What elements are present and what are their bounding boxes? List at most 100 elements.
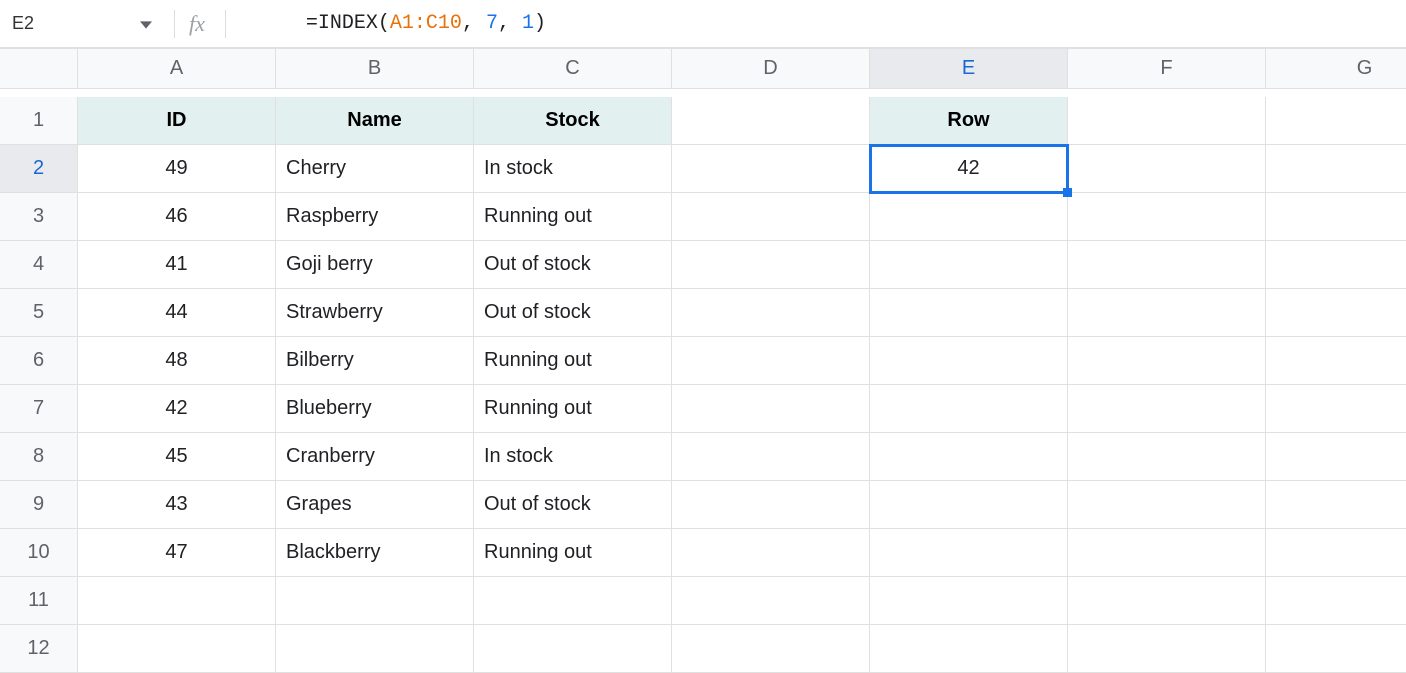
row-header-10[interactable]: 10 bbox=[0, 529, 78, 577]
cell-G4[interactable] bbox=[1266, 241, 1406, 289]
cell-G1[interactable] bbox=[1266, 97, 1406, 145]
row-header-11[interactable]: 11 bbox=[0, 577, 78, 625]
cell-C7[interactable]: Running out bbox=[474, 385, 672, 433]
cell-G2[interactable] bbox=[1266, 145, 1406, 193]
cell-B8[interactable]: Cranberry bbox=[276, 433, 474, 481]
cell-F10[interactable] bbox=[1068, 529, 1266, 577]
cell-G9[interactable] bbox=[1266, 481, 1406, 529]
cell-B5[interactable]: Strawberry bbox=[276, 289, 474, 337]
spreadsheet-grid[interactable]: A B C D E F G 1 ID Name Stock Row 2 49 C… bbox=[0, 48, 1406, 673]
row-header-5[interactable]: 5 bbox=[0, 289, 78, 337]
cell-D9[interactable] bbox=[672, 481, 870, 529]
col-header-B[interactable]: B bbox=[276, 49, 474, 89]
cell-F1[interactable] bbox=[1068, 97, 1266, 145]
cell-F11[interactable] bbox=[1068, 577, 1266, 625]
row-header-9[interactable]: 9 bbox=[0, 481, 78, 529]
cell-C5[interactable]: Out of stock bbox=[474, 289, 672, 337]
cell-G10[interactable] bbox=[1266, 529, 1406, 577]
cell-G3[interactable] bbox=[1266, 193, 1406, 241]
cell-E10[interactable] bbox=[870, 529, 1068, 577]
cell-B2[interactable]: Cherry bbox=[276, 145, 474, 193]
cell-C6[interactable]: Running out bbox=[474, 337, 672, 385]
cell-D12[interactable] bbox=[672, 625, 870, 673]
cell-A11[interactable] bbox=[78, 577, 276, 625]
name-box-dropdown-icon[interactable] bbox=[104, 12, 164, 35]
cell-A3[interactable]: 46 bbox=[78, 193, 276, 241]
cell-B4[interactable]: Goji berry bbox=[276, 241, 474, 289]
cell-B9[interactable]: Grapes bbox=[276, 481, 474, 529]
col-header-C[interactable]: C bbox=[474, 49, 672, 89]
cell-E2[interactable]: 42 bbox=[870, 145, 1068, 193]
cell-E11[interactable] bbox=[870, 577, 1068, 625]
cell-F8[interactable] bbox=[1068, 433, 1266, 481]
cell-B6[interactable]: Bilberry bbox=[276, 337, 474, 385]
cell-F12[interactable] bbox=[1068, 625, 1266, 673]
cell-E9[interactable] bbox=[870, 481, 1068, 529]
cell-F7[interactable] bbox=[1068, 385, 1266, 433]
row-header-12[interactable]: 12 bbox=[0, 625, 78, 673]
cell-B3[interactable]: Raspberry bbox=[276, 193, 474, 241]
cell-A9[interactable]: 43 bbox=[78, 481, 276, 529]
cell-B12[interactable] bbox=[276, 625, 474, 673]
col-header-D[interactable]: D bbox=[672, 49, 870, 89]
cell-G8[interactable] bbox=[1266, 433, 1406, 481]
cell-B10[interactable]: Blackberry bbox=[276, 529, 474, 577]
name-box[interactable]: E2 bbox=[4, 9, 104, 38]
cell-A1[interactable]: ID bbox=[78, 97, 276, 145]
cell-B7[interactable]: Blueberry bbox=[276, 385, 474, 433]
cell-B1[interactable]: Name bbox=[276, 97, 474, 145]
cell-E6[interactable] bbox=[870, 337, 1068, 385]
cell-D2[interactable] bbox=[672, 145, 870, 193]
cell-D5[interactable] bbox=[672, 289, 870, 337]
cell-C11[interactable] bbox=[474, 577, 672, 625]
cell-D1[interactable] bbox=[672, 97, 870, 145]
select-all-corner[interactable] bbox=[0, 49, 78, 89]
cell-F5[interactable] bbox=[1068, 289, 1266, 337]
cell-A12[interactable] bbox=[78, 625, 276, 673]
cell-A10[interactable]: 47 bbox=[78, 529, 276, 577]
cell-C4[interactable]: Out of stock bbox=[474, 241, 672, 289]
cell-E5[interactable] bbox=[870, 289, 1068, 337]
cell-E3[interactable] bbox=[870, 193, 1068, 241]
cell-C1[interactable]: Stock bbox=[474, 97, 672, 145]
row-header-8[interactable]: 8 bbox=[0, 433, 78, 481]
cell-D4[interactable] bbox=[672, 241, 870, 289]
cell-E7[interactable] bbox=[870, 385, 1068, 433]
cell-G6[interactable] bbox=[1266, 337, 1406, 385]
cell-E4[interactable] bbox=[870, 241, 1068, 289]
cell-A4[interactable]: 41 bbox=[78, 241, 276, 289]
cell-F9[interactable] bbox=[1068, 481, 1266, 529]
cell-A2[interactable]: 49 bbox=[78, 145, 276, 193]
cell-A8[interactable]: 45 bbox=[78, 433, 276, 481]
row-header-7[interactable]: 7 bbox=[0, 385, 78, 433]
col-header-E[interactable]: E bbox=[870, 49, 1068, 89]
cell-F3[interactable] bbox=[1068, 193, 1266, 241]
cell-D7[interactable] bbox=[672, 385, 870, 433]
cell-B11[interactable] bbox=[276, 577, 474, 625]
cell-F6[interactable] bbox=[1068, 337, 1266, 385]
cell-C10[interactable]: Running out bbox=[474, 529, 672, 577]
cell-F2[interactable] bbox=[1068, 145, 1266, 193]
row-header-6[interactable]: 6 bbox=[0, 337, 78, 385]
row-header-1[interactable]: 1 bbox=[0, 97, 78, 145]
cell-A6[interactable]: 48 bbox=[78, 337, 276, 385]
cell-E1[interactable]: Row bbox=[870, 97, 1068, 145]
row-header-4[interactable]: 4 bbox=[0, 241, 78, 289]
cell-C12[interactable] bbox=[474, 625, 672, 673]
col-header-G[interactable]: G bbox=[1266, 49, 1406, 89]
row-header-2[interactable]: 2 bbox=[0, 145, 78, 193]
cell-D6[interactable] bbox=[672, 337, 870, 385]
cell-G11[interactable] bbox=[1266, 577, 1406, 625]
cell-C2[interactable]: In stock bbox=[474, 145, 672, 193]
cell-F4[interactable] bbox=[1068, 241, 1266, 289]
cell-C8[interactable]: In stock bbox=[474, 433, 672, 481]
cell-G5[interactable] bbox=[1266, 289, 1406, 337]
col-header-F[interactable]: F bbox=[1068, 49, 1266, 89]
cell-A7[interactable]: 42 bbox=[78, 385, 276, 433]
cell-G7[interactable] bbox=[1266, 385, 1406, 433]
cell-G12[interactable] bbox=[1266, 625, 1406, 673]
cell-C9[interactable]: Out of stock bbox=[474, 481, 672, 529]
cell-E8[interactable] bbox=[870, 433, 1068, 481]
cell-D8[interactable] bbox=[672, 433, 870, 481]
col-header-A[interactable]: A bbox=[78, 49, 276, 89]
